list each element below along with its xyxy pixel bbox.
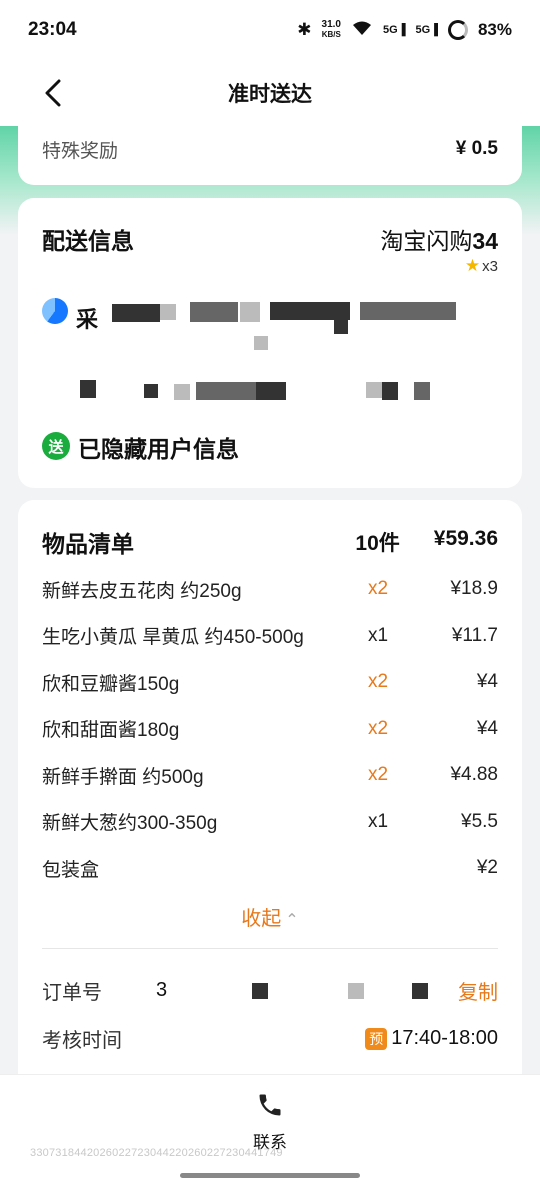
redacted-block [160,304,176,320]
check-time-value: 预 17:40-18:00 [365,1027,498,1050]
item-price: ¥5.5 [461,810,498,832]
items-summary: 10件 ¥59.36 [355,527,498,557]
redacted-block [240,302,260,322]
item-name: 包装盒 [42,859,100,881]
item-qty: x2 [368,764,389,786]
send-badge: 送 [42,432,70,460]
item-price: ¥4 [476,717,498,739]
item-name: 新鲜大葱约300-350g [42,813,218,835]
order-number-row: 订单号 3 复制 [42,967,498,1015]
nav-bar: 准时送达 [0,60,540,126]
star-icon: ★ [464,256,481,275]
copy-order-button[interactable]: 复制 [458,976,498,1005]
status-bar: 23:04 ✱ 31.0 KB/S 5G▐ 5G▐ 83% [0,0,540,60]
item-qty: x2 [368,717,389,739]
item-price: ¥4.88 [450,764,498,786]
item-qty: x2 [368,671,389,693]
net-speed: 31.0 KB/S [321,19,341,40]
redacted-block [80,380,96,398]
platform-name: 淘宝闪购34 [380,228,498,254]
item-name: 新鲜手擀面 约500g [42,766,204,788]
items-card: 物品清单 10件 ¥59.36 新鲜去皮五花肉 约250g x2 ¥18.9 生吃小黄… [18,500,522,1090]
item-qty: x1 [368,810,389,832]
bluetooth-icon: ✱ [297,20,312,39]
redacted-block [412,982,428,999]
item-qty: x2 [368,578,389,600]
check-time-row: 考核时间 预 17:40-18:00 [42,1015,498,1063]
item-row: 欣和甜面酱180g x2 ¥4 [42,706,498,753]
shop-logo-icon [42,298,68,324]
phone-icon [259,1094,281,1116]
hidden-user-info: 已隐藏用户信息 [78,436,239,462]
item-row: 生吃小黄瓜 旱黄瓜 约450-500g x1 ¥11.7 [42,613,498,660]
delivery-title: 配送信息 [42,228,134,254]
order-number-value: 3 [156,979,168,1001]
bonus-value: ¥ 0.5 [455,138,498,159]
item-price: ¥4 [476,671,498,693]
contact-button[interactable]: 联系 [240,1091,300,1153]
check-time-label: 考核时间 [42,1030,122,1052]
item-name: 新鲜去皮五花肉 约250g [42,580,242,602]
item-name: 欣和豆瓣酱150g [42,673,180,695]
item-row: 新鲜手擀面 约500g x2 ¥4.88 [42,752,498,799]
redacted-block [190,302,238,322]
items-total: ¥59.36 [433,527,498,550]
redacted-block [348,982,364,999]
redacted-block [252,982,268,999]
item-row: 包装盒 ¥2 [42,845,498,892]
chevron-left-icon [45,79,61,107]
signal-2-icon: 5G▐ [415,24,438,36]
redacted-block [256,382,286,400]
item-price: ¥18.9 [450,578,498,600]
redacted-block [360,302,456,320]
shop-name: 采 [76,307,99,332]
page-title: 准时送达 [228,83,312,106]
collapse-button[interactable]: 收起 ⌃ [42,902,498,936]
bonus-label: 特殊奖励 [42,140,119,162]
wifi-icon [351,20,373,41]
delivery-card: 配送信息 淘宝闪购34 ★ x3 采 送 已隐藏用户信息 [18,198,522,488]
bonus-row: 特殊奖励 ¥ 0.5 [18,126,522,172]
redacted-block [382,382,398,400]
rating-stars: ★ x3 [464,256,498,275]
redacted-block [196,382,260,400]
back-button[interactable] [38,78,68,108]
items-count: 10件 [355,532,400,555]
battery-icon [447,20,468,40]
watermark-id: 3307318442026022723044220260227230441749 [30,1147,283,1159]
order-number-label: 订单号 [42,982,102,1004]
bonus-card: 特殊奖励 ¥ 0.5 [18,126,522,185]
status-time: 23:04 [28,19,77,40]
delivery-header: 配送信息 淘宝闪购34 [42,222,498,256]
item-name: 欣和甜面酱180g [42,720,180,742]
redacted-block [270,302,350,320]
items-header: 物品清单 10件 ¥59.36 [42,526,498,558]
item-price: ¥11.7 [451,624,498,646]
redacted-block [366,382,382,398]
item-row: 新鲜大葱约300-350g x1 ¥5.5 [42,799,498,846]
bottom-bar: 联系 3307318442026022723044220260227230441… [0,1074,540,1188]
divider [42,947,498,949]
pre-badge: 预 [365,1027,388,1050]
redacted-block [334,320,348,334]
item-qty: x1 [368,624,389,646]
redacted-block [112,304,160,322]
status-icons: ✱ 31.0 KB/S 5G▐ 5G▐ 83% [297,20,512,41]
item-row: 欣和豆瓣酱150g x2 ¥4 [42,659,498,706]
redacted-block [174,384,190,400]
redacted-block [144,384,158,398]
item-list: 新鲜去皮五花肉 约250g x2 ¥18.9 生吃小黄瓜 旱黄瓜 约450-500g x… [42,566,498,892]
battery-level: 83% [477,20,512,39]
chevron-up-icon: ⌃ [285,911,299,929]
redacted-block [254,336,268,350]
item-row: 新鲜去皮五花肉 约250g x2 ¥18.9 [42,566,498,613]
item-name: 生吃小黄瓜 旱黄瓜 约450-500g [42,627,304,649]
item-price: ¥2 [476,857,498,879]
items-title: 物品清单 [42,531,134,557]
home-indicator[interactable] [180,1173,360,1178]
signal-1-icon: 5G▐ [383,24,406,36]
redacted-block [414,382,430,400]
